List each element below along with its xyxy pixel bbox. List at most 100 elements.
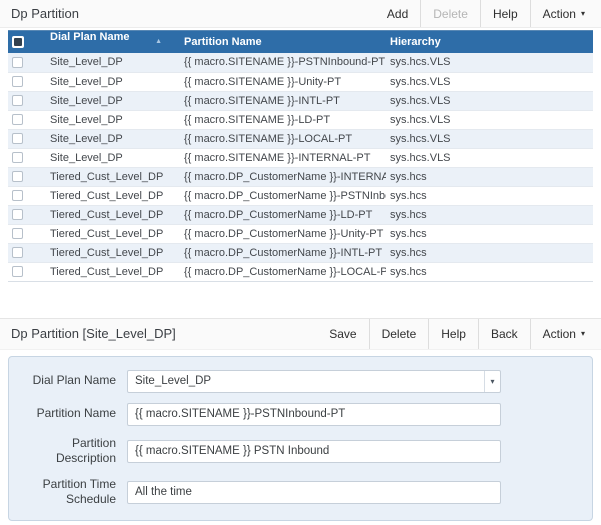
partition-name-cell: {{ macro.SITENAME }}-INTERNAL-PT bbox=[180, 148, 386, 167]
action-menu-button-label: Action bbox=[543, 327, 576, 341]
list-toolbar: Dp Partition Add Delete Help Action ▾ bbox=[0, 0, 601, 28]
table-header-row: Dial Plan Name ▲ Partition Name Hierarch… bbox=[8, 31, 593, 54]
table-row[interactable]: Tiered_Cust_Level_DP{{ macro.DP_Customer… bbox=[8, 186, 593, 205]
dial-plan-name-cell: Tiered_Cust_Level_DP bbox=[44, 205, 180, 224]
field-row-partition-time-schedule: Partition Time Schedule bbox=[9, 477, 592, 508]
column-header-dial-plan-name-label: Dial Plan Name bbox=[50, 31, 129, 43]
partition-name-label: Partition Name bbox=[9, 406, 116, 422]
add-button[interactable]: Add bbox=[375, 0, 420, 27]
hierarchy-cell: sys.hcs.VLS bbox=[386, 110, 593, 129]
table-row[interactable]: Tiered_Cust_Level_DP{{ macro.DP_Customer… bbox=[8, 243, 593, 262]
hierarchy-cell: sys.hcs bbox=[386, 205, 593, 224]
delete-button-label: Delete bbox=[382, 327, 417, 341]
list-toolbar-actions: Add Delete Help Action ▾ bbox=[375, 0, 597, 27]
row-checkbox-cell bbox=[8, 53, 44, 72]
action-menu-button[interactable]: Action ▾ bbox=[530, 0, 597, 27]
save-button-label: Save bbox=[329, 327, 356, 341]
dp-partition-table-wrap: Dial Plan Name ▲ Partition Name Hierarch… bbox=[8, 30, 593, 282]
table-row[interactable]: Tiered_Cust_Level_DP{{ macro.DP_Customer… bbox=[8, 262, 593, 281]
table-row[interactable]: Tiered_Cust_Level_DP{{ macro.DP_Customer… bbox=[8, 224, 593, 243]
dial-plan-name-select-value: Site_Level_DP bbox=[128, 375, 484, 387]
table-row[interactable]: Site_Level_DP{{ macro.SITENAME }}-Unity-… bbox=[8, 72, 593, 91]
delete-button[interactable]: Delete bbox=[369, 319, 429, 349]
table-row[interactable]: Tiered_Cust_Level_DP{{ macro.DP_Customer… bbox=[8, 167, 593, 186]
row-checkbox-cell bbox=[8, 205, 44, 224]
partition-time-schedule-input[interactable] bbox=[127, 481, 501, 504]
select-all-header-cell bbox=[8, 31, 44, 54]
help-button[interactable]: Help bbox=[480, 0, 530, 27]
field-row-partition-description: Partition Description bbox=[9, 436, 592, 467]
table-row[interactable]: Site_Level_DP{{ macro.SITENAME }}-INTERN… bbox=[8, 148, 593, 167]
dial-plan-name-cell: Tiered_Cust_Level_DP bbox=[44, 186, 180, 205]
partition-name-cell: {{ macro.DP_CustomerName }}-LOCAL-PT bbox=[180, 262, 386, 281]
field-row-dial-plan-name: Dial Plan Name Site_Level_DP ▾ bbox=[9, 370, 592, 393]
select-all-checkbox[interactable] bbox=[12, 36, 24, 48]
hierarchy-cell: sys.hcs bbox=[386, 186, 593, 205]
table-row[interactable]: Tiered_Cust_Level_DP{{ macro.DP_Customer… bbox=[8, 205, 593, 224]
table-row[interactable]: Site_Level_DP{{ macro.SITENAME }}-LOCAL-… bbox=[8, 129, 593, 148]
partition-name-cell: {{ macro.DP_CustomerName }}-INTL-PT bbox=[180, 243, 386, 262]
partition-name-cell: {{ macro.SITENAME }}-LD-PT bbox=[180, 110, 386, 129]
partition-description-input[interactable] bbox=[127, 440, 501, 463]
sort-ascending-icon[interactable]: ▲ bbox=[155, 31, 162, 53]
help-button-label: Help bbox=[441, 327, 466, 341]
row-checkbox[interactable] bbox=[12, 133, 23, 144]
row-checkbox-cell bbox=[8, 224, 44, 243]
hierarchy-cell: sys.hcs.VLS bbox=[386, 91, 593, 110]
row-checkbox[interactable] bbox=[12, 152, 23, 163]
table-row[interactable]: Site_Level_DP{{ macro.SITENAME }}-PSTNIn… bbox=[8, 53, 593, 72]
action-menu-button[interactable]: Action▾ bbox=[530, 319, 597, 349]
chevron-down-icon[interactable]: ▾ bbox=[484, 371, 500, 392]
field-row-partition-name: Partition Name bbox=[9, 403, 592, 426]
partition-name-cell: {{ macro.SITENAME }}-PSTNInbound-PT bbox=[180, 53, 386, 72]
help-button[interactable]: Help bbox=[428, 319, 478, 349]
row-checkbox[interactable] bbox=[12, 209, 23, 220]
partition-time-schedule-label: Partition Time Schedule bbox=[9, 477, 116, 508]
chevron-down-icon: ▾ bbox=[581, 10, 585, 18]
hierarchy-cell: sys.hcs.VLS bbox=[386, 53, 593, 72]
table-row[interactable]: Site_Level_DP{{ macro.SITENAME }}-LD-PTs… bbox=[8, 110, 593, 129]
row-checkbox-cell bbox=[8, 110, 44, 129]
hierarchy-cell: sys.hcs bbox=[386, 243, 593, 262]
dial-plan-name-cell: Site_Level_DP bbox=[44, 72, 180, 91]
delete-button[interactable]: Delete bbox=[420, 0, 480, 27]
hierarchy-cell: sys.hcs bbox=[386, 167, 593, 186]
row-checkbox-cell bbox=[8, 262, 44, 281]
row-checkbox[interactable] bbox=[12, 76, 23, 87]
partition-name-cell: {{ macro.SITENAME }}-Unity-PT bbox=[180, 72, 386, 91]
dial-plan-name-cell: Tiered_Cust_Level_DP bbox=[44, 243, 180, 262]
row-checkbox[interactable] bbox=[12, 228, 23, 239]
column-header-partition-name[interactable]: Partition Name bbox=[180, 31, 386, 54]
dp-partition-table: Dial Plan Name ▲ Partition Name Hierarch… bbox=[8, 30, 593, 282]
row-checkbox[interactable] bbox=[12, 95, 23, 106]
column-header-partition-name-label: Partition Name bbox=[184, 36, 262, 48]
column-header-dial-plan-name[interactable]: Dial Plan Name ▲ bbox=[44, 31, 180, 54]
add-button-label: Add bbox=[387, 7, 408, 21]
dial-plan-name-cell: Site_Level_DP bbox=[44, 110, 180, 129]
row-checkbox[interactable] bbox=[12, 114, 23, 125]
list-section-title: Dp Partition bbox=[11, 6, 79, 21]
action-menu-button-label: Action bbox=[543, 7, 576, 21]
detail-toolbar-actions: Save Delete Help BackAction▾ bbox=[317, 319, 597, 349]
row-checkbox[interactable] bbox=[12, 171, 23, 182]
dial-plan-name-select[interactable]: Site_Level_DP ▾ bbox=[127, 370, 501, 393]
table-row[interactable]: Site_Level_DP{{ macro.SITENAME }}-INTL-P… bbox=[8, 91, 593, 110]
partition-description-label: Partition Description bbox=[9, 436, 116, 467]
hierarchy-cell: sys.hcs.VLS bbox=[386, 148, 593, 167]
save-button[interactable]: Save bbox=[317, 319, 368, 349]
row-checkbox[interactable] bbox=[12, 247, 23, 258]
partition-name-cell: {{ macro.SITENAME }}-LOCAL-PT bbox=[180, 129, 386, 148]
partition-name-input[interactable] bbox=[127, 403, 501, 426]
row-checkbox[interactable] bbox=[12, 266, 23, 277]
row-checkbox-cell bbox=[8, 148, 44, 167]
delete-button-label: Delete bbox=[433, 7, 468, 21]
row-checkbox[interactable] bbox=[12, 190, 23, 201]
column-header-hierarchy[interactable]: Hierarchy bbox=[386, 31, 593, 54]
partition-name-cell: {{ macro.DP_CustomerName }}-LD-PT bbox=[180, 205, 386, 224]
row-checkbox-cell bbox=[8, 167, 44, 186]
back-button[interactable]: Back bbox=[478, 319, 530, 349]
hierarchy-cell: sys.hcs bbox=[386, 224, 593, 243]
dp-partition-detail-form: Dial Plan Name Site_Level_DP ▾ Partition… bbox=[8, 356, 593, 521]
row-checkbox[interactable] bbox=[12, 57, 23, 68]
partition-name-cell: {{ macro.SITENAME }}-INTL-PT bbox=[180, 91, 386, 110]
